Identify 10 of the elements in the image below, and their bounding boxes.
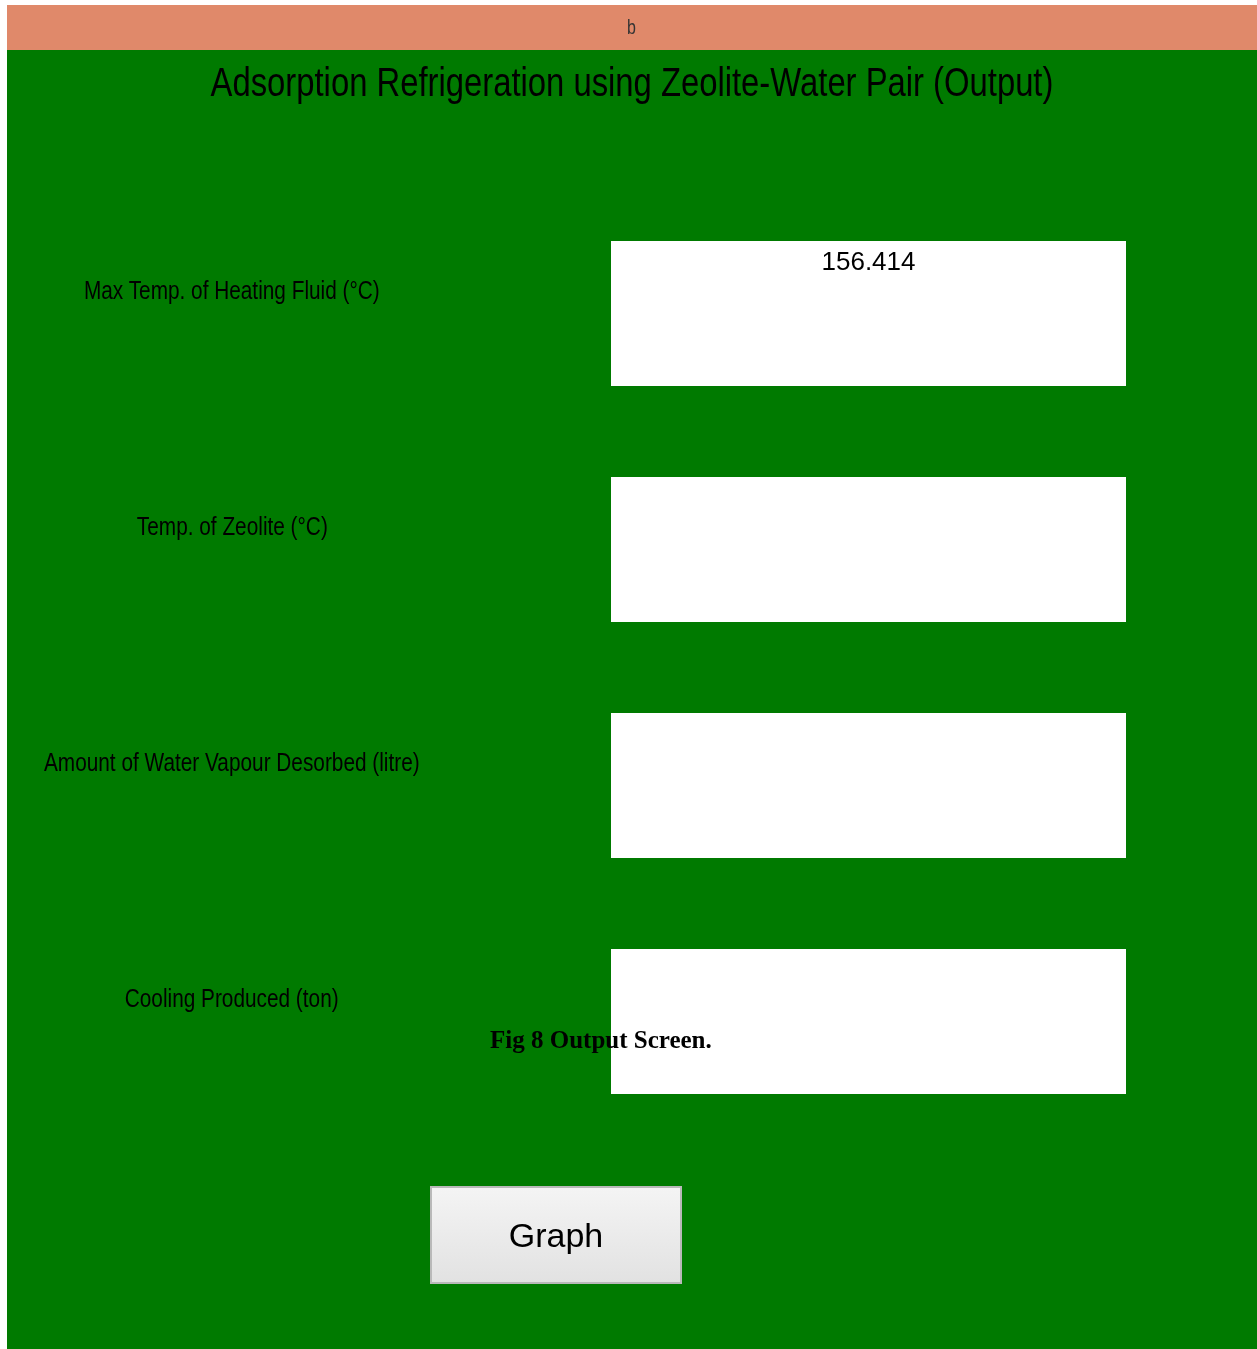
field-label: Max Temp. of Heating Fluid (°C) bbox=[84, 275, 380, 306]
graph-button[interactable]: Graph bbox=[430, 1186, 682, 1284]
output-field[interactable]: 156.414 bbox=[611, 241, 1126, 386]
field-label: Temp. of Zeolite (°C) bbox=[136, 511, 328, 542]
output-field[interactable] bbox=[611, 713, 1126, 858]
field-label: Amount of Water Vapour Desorbed (litre) bbox=[44, 747, 420, 778]
heading: Adsorption Refrigeration using Zeolite-Water Pair (Output) bbox=[209, 59, 1055, 106]
field-label: Cooling Produced (ton) bbox=[125, 983, 339, 1014]
window-title: b bbox=[627, 16, 637, 39]
output-field[interactable] bbox=[611, 477, 1126, 622]
